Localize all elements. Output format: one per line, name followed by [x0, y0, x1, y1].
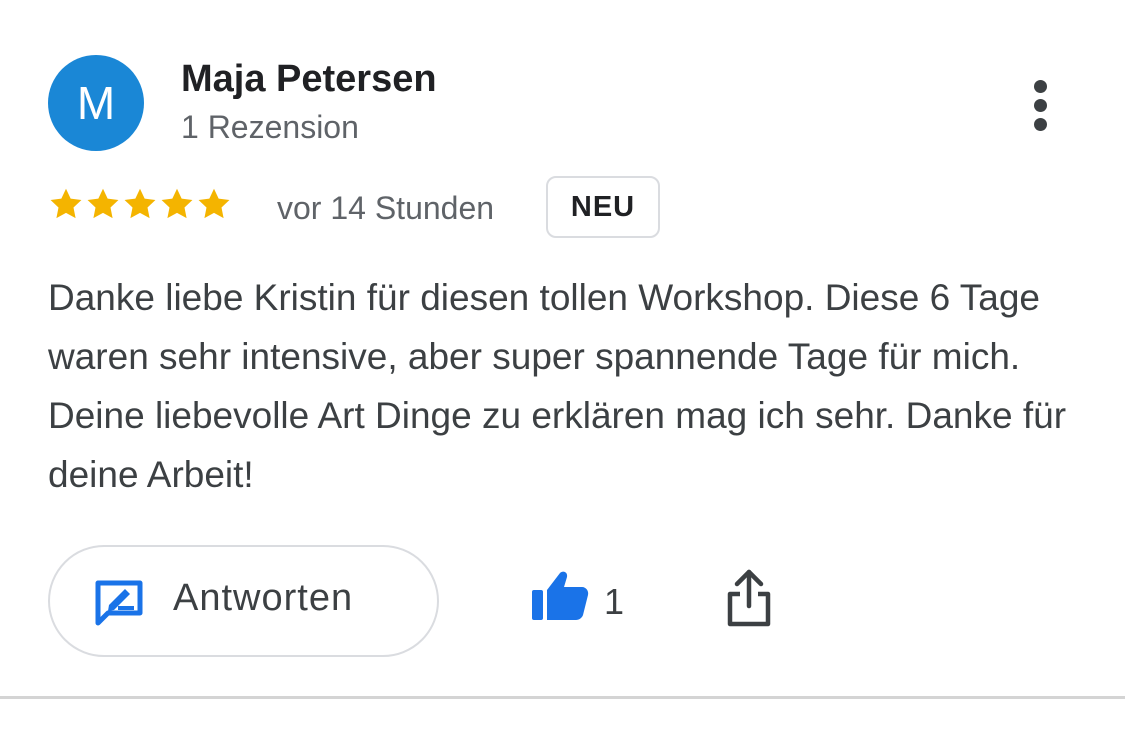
- divider: [0, 696, 1125, 699]
- star-icon: [196, 186, 232, 222]
- more-options-button[interactable]: [1016, 72, 1066, 136]
- review-date: vor 14 Stunden: [277, 190, 495, 226]
- like-button[interactable]: 1: [530, 565, 630, 635]
- share-icon: [724, 569, 774, 632]
- review-text: Danke liebe Kristin für diesen tollen Wo…: [48, 277, 1067, 495]
- rating-row: vor 14 Stunden NEU: [48, 176, 748, 240]
- star-icon: [85, 186, 121, 222]
- reply-edit-icon: [94, 579, 146, 632]
- author-name[interactable]: Maja Petersen: [181, 58, 437, 101]
- star-icon: [159, 186, 195, 222]
- reply-label: Antworten: [173, 577, 354, 619]
- avatar[interactable]: M: [48, 55, 144, 151]
- new-badge: NEU: [546, 176, 660, 238]
- review-count: 1 Rezension: [181, 109, 359, 145]
- thumbs-up-icon: [530, 570, 590, 627]
- star-rating: [48, 186, 232, 222]
- reply-button[interactable]: Antworten: [48, 545, 439, 657]
- share-button[interactable]: [724, 568, 784, 634]
- like-count: 1: [604, 581, 625, 622]
- review-card: M Maja Petersen 1 Rezension vor 14 Stund…: [0, 0, 1125, 698]
- star-icon: [122, 186, 158, 222]
- star-icon: [48, 186, 84, 222]
